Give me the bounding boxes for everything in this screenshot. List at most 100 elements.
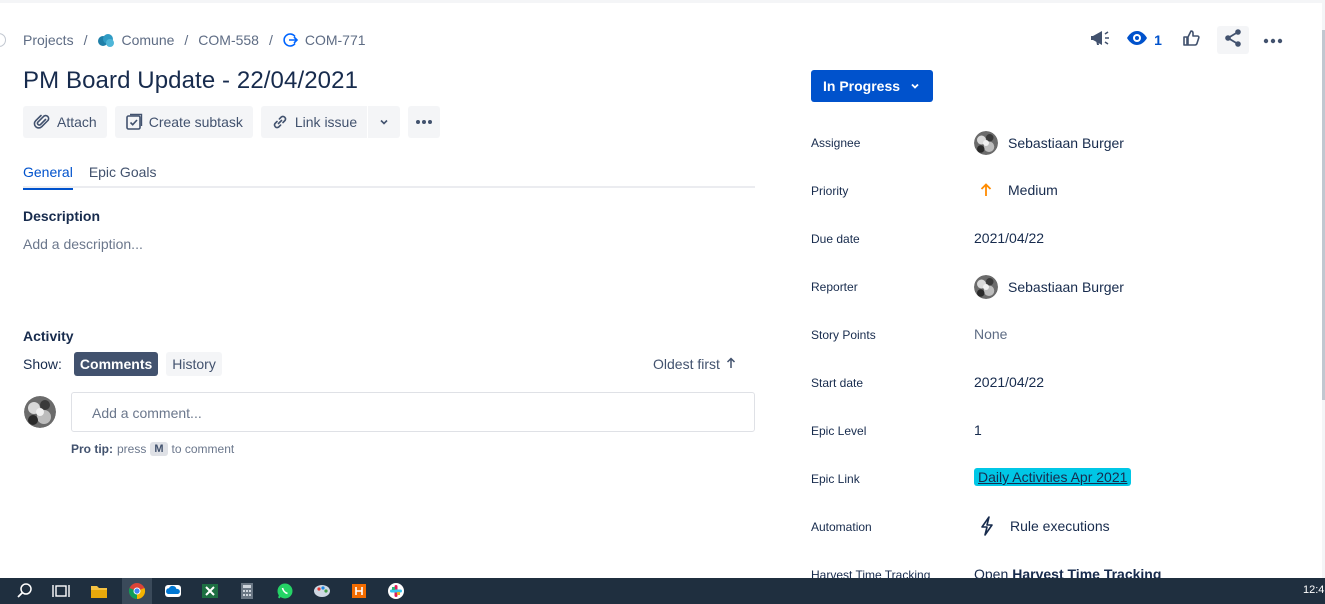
- protip-press: press: [117, 442, 147, 456]
- tab-general[interactable]: General: [23, 162, 73, 190]
- file-explorer-icon[interactable]: [89, 581, 109, 601]
- link-icon: [271, 113, 289, 131]
- feedback-button[interactable]: [1085, 26, 1117, 54]
- sort-order-label: Oldest first: [653, 356, 720, 372]
- harvest-app-icon[interactable]: [349, 581, 369, 601]
- arrow-up-icon: [726, 356, 736, 372]
- chrome-icon[interactable]: [122, 578, 152, 604]
- automation-label: Automation: [811, 520, 872, 534]
- link-issue-button[interactable]: Link issue: [260, 106, 368, 138]
- due-date-label: Due date: [811, 232, 860, 246]
- description-field[interactable]: Add a description...: [23, 236, 143, 252]
- protip-bold: Pro tip:: [71, 442, 113, 456]
- windows-taskbar: [0, 578, 1325, 604]
- activity-heading: Activity: [23, 328, 74, 344]
- vote-button[interactable]: [1175, 26, 1207, 54]
- start-date-value[interactable]: 2021/04/22: [974, 374, 1044, 390]
- whatsapp-icon[interactable]: [275, 581, 295, 601]
- protip-suffix: to comment: [171, 442, 235, 456]
- link-issue-dropdown[interactable]: [368, 106, 401, 138]
- link-issue-group: Link issue: [260, 106, 401, 138]
- epic-link-label: Epic Link: [811, 472, 860, 486]
- taskbar-clock[interactable]: 12:4: [1303, 584, 1324, 596]
- arrow-up-icon: [974, 183, 998, 197]
- issue-toolbar: Attach Create subtask Link issue: [23, 106, 441, 138]
- avatar: [24, 396, 56, 428]
- breadcrumb-separator: /: [83, 32, 88, 48]
- eye-icon: [1126, 30, 1148, 51]
- pro-tip: Pro tip: press M to comment: [71, 442, 234, 456]
- paperclip-icon: [33, 113, 51, 131]
- epic-level-value[interactable]: 1: [974, 422, 982, 438]
- search-icon[interactable]: [15, 581, 35, 601]
- story-points-label: Story Points: [811, 328, 876, 342]
- epic-link-value[interactable]: Daily Activities Apr 2021: [974, 468, 1132, 486]
- link-issue-label: Link issue: [294, 114, 358, 130]
- reporter-name: Sebastiaan Burger: [1008, 279, 1124, 295]
- avatar: [974, 275, 998, 299]
- description-heading: Description: [23, 208, 101, 224]
- issue-tabs: General Epic Goals: [23, 162, 755, 190]
- filter-history-button[interactable]: History: [166, 352, 222, 376]
- thumbs-up-icon: [1182, 29, 1200, 52]
- slack-icon[interactable]: [386, 581, 406, 601]
- subtask-icon: [125, 113, 143, 131]
- status-button[interactable]: In Progress: [811, 70, 933, 102]
- breadcrumb: Projects / Comune / COM-558 / COM-771: [23, 31, 366, 49]
- subtask-arrow-icon: [283, 32, 299, 48]
- attach-button[interactable]: Attach: [23, 106, 107, 138]
- ellipsis-icon: [1263, 31, 1283, 49]
- top-border: [0, 0, 1325, 3]
- due-date-value[interactable]: 2021/04/22: [974, 230, 1044, 246]
- onedrive-icon[interactable]: [163, 581, 183, 601]
- tab-epic-goals[interactable]: Epic Goals: [89, 162, 157, 188]
- start-date-label: Start date: [811, 376, 864, 390]
- automation-value[interactable]: Rule executions: [974, 516, 1110, 536]
- protip-key: M: [150, 442, 168, 456]
- issue-title[interactable]: PM Board Update - 22/04/2021: [23, 67, 358, 95]
- breadcrumb-project[interactable]: Comune: [97, 32, 174, 48]
- task-view-icon[interactable]: [51, 581, 71, 601]
- paint-icon[interactable]: [312, 581, 332, 601]
- comment-input[interactable]: Add a comment...: [71, 392, 755, 432]
- more-actions-button[interactable]: [408, 106, 441, 138]
- issue-header-actions: 1: [1085, 26, 1289, 54]
- reporter-label: Reporter: [811, 280, 858, 294]
- priority-name: Medium: [1008, 182, 1058, 198]
- sort-order-button[interactable]: Oldest first: [653, 356, 736, 372]
- calculator-icon[interactable]: [237, 581, 257, 601]
- activity-filter-row: Show: Comments History: [23, 352, 222, 376]
- priority-value[interactable]: Medium: [974, 182, 1058, 198]
- share-button[interactable]: [1217, 26, 1249, 54]
- breadcrumb-issue-label: COM-771: [304, 32, 366, 48]
- show-label: Show:: [23, 356, 62, 372]
- breadcrumb-epic[interactable]: COM-558: [198, 32, 259, 48]
- priority-label: Priority: [811, 184, 849, 198]
- filter-comments-button[interactable]: Comments: [73, 352, 159, 376]
- breadcrumb-issue[interactable]: COM-771: [283, 32, 366, 48]
- share-icon: [1223, 28, 1243, 53]
- breadcrumb-project-label: Comune: [121, 32, 175, 48]
- excel-icon[interactable]: [200, 581, 220, 601]
- project-cloud-icon: [97, 33, 115, 47]
- assignee-value[interactable]: Sebastiaan Burger: [974, 131, 1124, 155]
- watch-count: 1: [1154, 32, 1162, 48]
- sidebar-collapse-handle[interactable]: [0, 33, 6, 47]
- epic-link[interactable]: Daily Activities Apr 2021: [974, 468, 1132, 486]
- status-label: In Progress: [823, 78, 901, 94]
- reporter-value[interactable]: Sebastiaan Burger: [974, 275, 1124, 299]
- ellipsis-icon: [415, 119, 433, 125]
- watch-button[interactable]: 1: [1117, 26, 1167, 54]
- lightning-bolt-icon: [974, 516, 1000, 536]
- avatar: [974, 131, 998, 155]
- create-subtask-button[interactable]: Create subtask: [114, 106, 253, 138]
- story-points-value[interactable]: None: [974, 326, 1007, 342]
- chevron-down-icon: [910, 78, 920, 94]
- more-options-button[interactable]: [1257, 26, 1289, 54]
- attach-label: Attach: [57, 114, 97, 130]
- epic-level-label: Epic Level: [811, 424, 867, 438]
- create-subtask-label: Create subtask: [148, 114, 243, 130]
- megaphone-icon: [1090, 28, 1112, 53]
- breadcrumb-projects[interactable]: Projects: [23, 32, 74, 48]
- breadcrumb-separator: /: [268, 32, 273, 48]
